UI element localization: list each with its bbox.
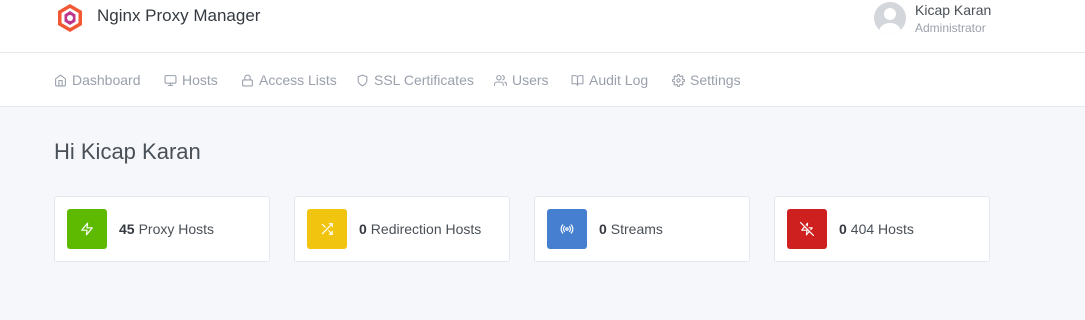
top-header: Nginx Proxy Manager Kicap Karan Administ… [0,0,1085,53]
users-icon [494,74,507,86]
nav-item-users[interactable]: Users [494,53,549,107]
nav-item-access-lists[interactable]: Access Lists [241,53,337,107]
nav-item-hosts[interactable]: Hosts [164,53,218,107]
app-title[interactable]: Nginx Proxy Manager [97,6,260,26]
card-label: 0 404 Hosts [839,221,914,237]
card-icon-box [787,209,827,249]
card-404-hosts[interactable]: 0 404 Hosts [774,196,990,262]
nav-item-label: Access Lists [259,72,337,88]
card-title: Streams [610,221,663,237]
card-label: 0 Streams [599,221,663,237]
nav-item-label: Settings [690,72,741,88]
radio-icon [560,224,574,234]
shuffle-icon [321,223,333,235]
nav-item-settings[interactable]: Settings [672,53,741,107]
card-title: Redirection Hosts [370,221,482,237]
nav-item-label: SSL Certificates [374,72,474,88]
zap-icon [81,222,93,236]
monitor-icon [164,74,177,86]
user-name[interactable]: Kicap Karan [915,2,991,18]
nav-item-ssl-certificates[interactable]: SSL Certificates [356,53,474,107]
card-redirection-hosts[interactable]: 0 Redirection Hosts [294,196,510,262]
card-proxy-hosts[interactable]: 45 Proxy Hosts [54,196,270,262]
nav-item-label: Audit Log [589,72,649,88]
home-icon [55,74,66,86]
card-icon-box [67,209,107,249]
nav-item-label: Dashboard [72,72,141,88]
nginx-proxy-manager-logo[interactable] [56,3,84,33]
zap-off-icon [800,222,814,236]
nav-item-audit-log[interactable]: Audit Log [571,53,648,107]
avatar[interactable] [874,2,906,34]
card-count: 0 [839,221,847,237]
card-label: 45 Proxy Hosts [119,221,214,237]
gear-icon [672,73,685,87]
card-streams[interactable]: 0 Streams [534,196,750,262]
card-label: 0 Redirection Hosts [359,221,481,237]
book-icon [571,74,584,86]
card-count: 45 [119,221,135,237]
page-greeting: Hi Kicap Karan [54,139,201,164]
user-role: Administrator [915,21,986,35]
shield-icon [357,74,368,86]
lock-icon [242,74,253,86]
nav-item-dashboard[interactable]: Dashboard [54,53,141,107]
user-avatar-icon [879,8,901,34]
card-icon-box [547,209,587,249]
main-nav: Dashboard Hosts Access Lists SSL Certifi… [0,53,1085,107]
card-title: Proxy Hosts [138,221,215,237]
card-count: 0 [359,221,367,237]
nav-item-label: Hosts [182,72,218,88]
card-icon-box [307,209,347,249]
nav-item-label: Users [512,72,549,88]
card-count: 0 [599,221,607,237]
card-title: 404 Hosts [850,221,914,237]
